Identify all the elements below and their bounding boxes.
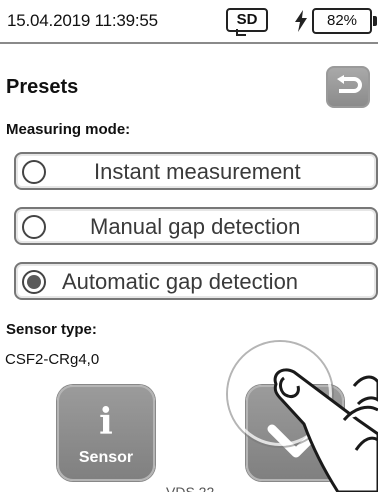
status-datetime: 15.04.2019 11:39:55 [7, 11, 158, 30]
status-bar: 15.04.2019 11:39:55 SD 82% [0, 0, 378, 44]
radio-checked[interactable] [22, 270, 46, 294]
option-label: Instant measurement [94, 159, 301, 184]
sensor-button-label: Sensor [78, 449, 134, 466]
option-manual-gap-detection[interactable]: Manual gap detection [14, 207, 378, 245]
radio-unchecked[interactable] [22, 215, 46, 239]
sensor-info-button[interactable]: i Sensor [57, 385, 155, 481]
option-automatic-gap-detection[interactable]: Automatic gap detection [14, 262, 378, 300]
battery-indicator: 82% [312, 8, 377, 34]
info-icon: i [99, 401, 113, 443]
measuring-mode-label: Measuring mode: [6, 121, 131, 138]
page-title: Presets [6, 76, 79, 98]
sensor-type-value: CSF2-CRg4,0 [5, 351, 100, 368]
option-label: Manual gap detection [90, 214, 301, 239]
back-button[interactable] [326, 66, 370, 108]
option-instant-measurement[interactable]: Instant measurement [14, 152, 378, 190]
charging-bolt-icon [295, 10, 307, 32]
sd-card-icon: SD [226, 8, 268, 36]
sensor-type-label: Sensor type: [6, 321, 97, 338]
radio-unchecked[interactable] [22, 160, 46, 184]
return-arrow-icon [337, 75, 362, 93]
option-label: Automatic gap detection [62, 269, 299, 294]
footer-partial-text: VDS 22 [166, 484, 215, 492]
hand-pointer-icon [273, 368, 378, 492]
